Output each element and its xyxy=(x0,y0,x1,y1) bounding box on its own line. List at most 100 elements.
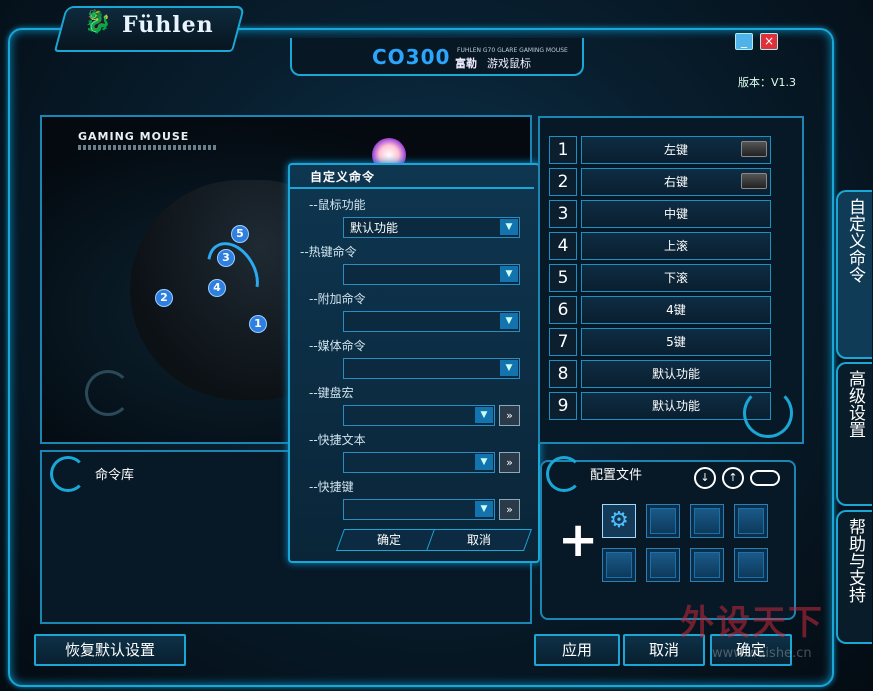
section-macro: --键盘宏 xyxy=(309,386,354,400)
macro-select[interactable]: ▼ xyxy=(343,405,495,426)
dialog-cancel-button[interactable]: 取消 xyxy=(425,529,533,551)
button-number: 5 xyxy=(549,264,577,292)
grid-icon xyxy=(694,508,720,534)
toggle-indicator[interactable] xyxy=(741,141,767,157)
quick-text-edit-button[interactable]: » xyxy=(499,452,520,473)
gaming-mouse-label: GAMING MOUSE xyxy=(78,130,190,143)
mouse-button-dot-2[interactable]: 2 xyxy=(155,289,173,307)
add-profile-button[interactable]: + xyxy=(558,516,598,564)
mouse-function-select[interactable]: 默认功能 ▼ xyxy=(343,217,520,238)
chevron-down-icon[interactable]: ▼ xyxy=(500,313,518,329)
chevron-down-icon[interactable]: ▼ xyxy=(475,501,493,517)
command-library-label: 命令库 xyxy=(95,468,135,483)
button-number: 2 xyxy=(549,168,577,196)
dialog-cancel-label: 取消 xyxy=(466,533,491,547)
profile-slot-1[interactable]: ⚙ xyxy=(602,504,636,538)
swirl-icon xyxy=(50,456,86,492)
profile-slot-2[interactable] xyxy=(646,504,680,538)
section-hotkey: --热键命令 xyxy=(300,245,357,259)
shortcut-select[interactable]: ▼ xyxy=(343,499,495,520)
profile-slot-8[interactable] xyxy=(734,548,768,582)
mouse-button-dot-1[interactable]: 1 xyxy=(249,315,267,333)
brand-logo: Fühlen xyxy=(122,12,214,38)
button-row-2[interactable]: 2 右键 xyxy=(549,168,771,196)
model-subtitle-en: FUHLEN G70 GLARE GAMING MOUSE xyxy=(457,47,568,54)
dialog-divider xyxy=(290,187,534,189)
minimize-button[interactable]: _ xyxy=(735,33,753,50)
chevron-down-icon[interactable]: ▼ xyxy=(475,454,493,470)
button-number: 6 xyxy=(549,296,577,324)
panel-ring-icon xyxy=(85,370,131,416)
grid-icon xyxy=(650,552,676,578)
hotkey-select[interactable]: ▼ xyxy=(343,264,520,285)
chevron-down-icon[interactable]: ▼ xyxy=(500,219,518,235)
apply-button[interactable]: 应用 xyxy=(534,634,620,666)
tab-custom-command[interactable]: 自定义命令 xyxy=(836,190,872,359)
section-shortcut: --快捷键 xyxy=(309,480,354,494)
profile-label: 配置文件 xyxy=(590,468,643,483)
grid-icon xyxy=(694,552,720,578)
button-function: 下滚 xyxy=(581,264,771,292)
watermark-url: www.waishe.cn xyxy=(712,646,812,661)
button-row-9[interactable]: 9 默认功能 xyxy=(549,392,771,420)
remove-profile-button[interactable] xyxy=(750,470,780,486)
profile-slot-5[interactable] xyxy=(602,548,636,582)
model-subtitle-brand: 富勒 xyxy=(455,57,477,70)
section-quick-text: --快捷文本 xyxy=(309,433,366,447)
profile-slot-6[interactable] xyxy=(646,548,680,582)
button-number: 4 xyxy=(549,232,577,260)
gear-icon: ⚙ xyxy=(609,508,629,533)
tab-advanced-settings[interactable]: 高级设置 xyxy=(836,362,872,506)
button-function: 默认功能 xyxy=(581,360,771,388)
button-row-1[interactable]: 1 左键 xyxy=(549,136,771,164)
export-profile-button[interactable]: ↑ xyxy=(722,467,744,489)
model-title: CO300 xyxy=(372,45,451,69)
button-number: 3 xyxy=(549,200,577,228)
grid-icon xyxy=(606,552,632,578)
profile-slot-7[interactable] xyxy=(690,548,724,582)
button-row-6[interactable]: 6 4键 xyxy=(549,296,771,324)
reset-defaults-button[interactable]: 恢复默认设置 xyxy=(34,634,186,666)
button-row-3[interactable]: 3 中键 xyxy=(549,200,771,228)
section-extra-command: --附加命令 xyxy=(309,292,366,306)
dialog-title: 自定义命令 xyxy=(310,170,376,184)
dialog-ok-label: 确定 xyxy=(376,533,401,547)
button-function: 中键 xyxy=(581,200,771,228)
tab-advanced-settings-label: 高级设置 xyxy=(845,370,865,438)
import-profile-button[interactable]: ↓ xyxy=(694,467,716,489)
shortcut-edit-button[interactable]: » xyxy=(499,499,520,520)
tab-custom-command-label: 自定义命令 xyxy=(845,198,865,283)
model-subtitle-product: 游戏鼠标 xyxy=(487,57,531,70)
chevron-down-icon[interactable]: ▼ xyxy=(475,407,493,423)
button-row-7[interactable]: 7 5键 xyxy=(549,328,771,356)
chevron-down-icon[interactable]: ▼ xyxy=(500,266,518,282)
quick-text-select[interactable]: ▼ xyxy=(343,452,495,473)
button-number: 9 xyxy=(549,392,577,420)
profile-slot-4[interactable] xyxy=(734,504,768,538)
swirl-icon xyxy=(546,456,582,492)
mouse-button-dot-5[interactable]: 5 xyxy=(231,225,249,243)
tab-help-support-label: 帮助与支持 xyxy=(845,518,865,603)
button-row-4[interactable]: 4 上滚 xyxy=(549,232,771,260)
version-label: 版本：V1.3 xyxy=(738,76,797,89)
button-row-8[interactable]: 8 默认功能 xyxy=(549,360,771,388)
mouse-button-dot-4[interactable]: 4 xyxy=(208,279,226,297)
grid-icon xyxy=(650,508,676,534)
section-media: --媒体命令 xyxy=(309,339,366,353)
gaming-mouse-bar xyxy=(78,145,218,150)
toggle-indicator[interactable] xyxy=(741,173,767,189)
macro-edit-button[interactable]: » xyxy=(499,405,520,426)
media-select[interactable]: ▼ xyxy=(343,358,520,379)
grid-icon xyxy=(738,508,764,534)
app-window: 🐉 Fühlen CO300 FUHLEN G70 GLARE GAMING M… xyxy=(0,0,873,691)
button-function: 5键 xyxy=(581,328,771,356)
button-number: 1 xyxy=(549,136,577,164)
chevron-down-icon[interactable]: ▼ xyxy=(500,360,518,376)
extra-command-select[interactable]: ▼ xyxy=(343,311,520,332)
mouse-button-dot-3[interactable]: 3 xyxy=(217,249,235,267)
close-button[interactable]: × xyxy=(760,33,778,50)
button-number: 7 xyxy=(549,328,577,356)
tab-help-support[interactable]: 帮助与支持 xyxy=(836,510,872,644)
button-row-5[interactable]: 5 下滚 xyxy=(549,264,771,292)
profile-slot-3[interactable] xyxy=(690,504,724,538)
